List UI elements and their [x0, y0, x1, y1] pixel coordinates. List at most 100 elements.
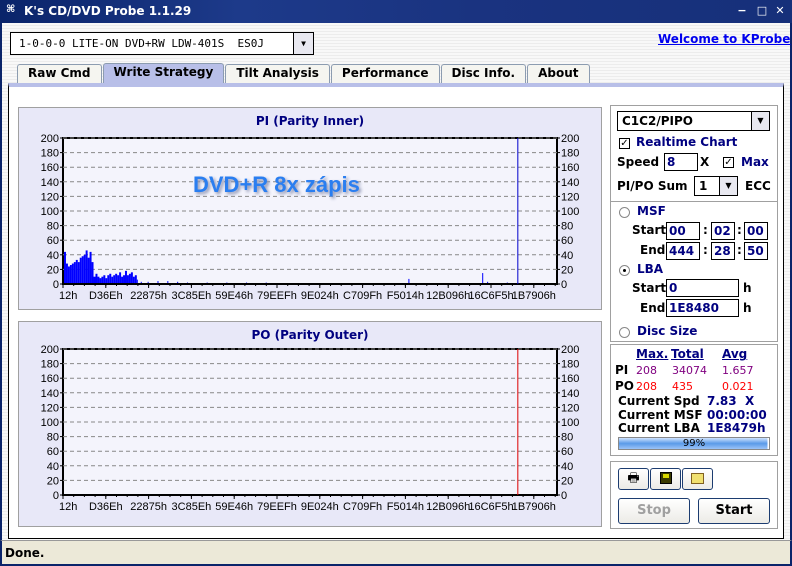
x-tick-label: 59E46h — [215, 290, 253, 302]
y-tick-label-left: 20 — [47, 264, 59, 276]
chevron-down-icon[interactable]: ▼ — [719, 177, 737, 195]
x-tick-label: D36Eh — [89, 290, 123, 302]
y-tick-label-left: 80 — [47, 221, 59, 233]
realtime-chart-label: Realtime Chart — [636, 135, 738, 149]
mode-select-value: C1C2/PIPO — [622, 114, 693, 128]
chevron-down-icon[interactable]: ▼ — [751, 112, 769, 130]
welcome-link[interactable]: Welcome to KProbe — [658, 32, 790, 46]
x-tick-label: 79EEFh — [257, 501, 297, 513]
pi-avg: 1.657 — [722, 364, 754, 377]
lba-end-label: End — [640, 301, 666, 315]
minimize-button[interactable]: − — [734, 3, 750, 19]
lba-start-input[interactable]: 0 — [666, 279, 739, 297]
data-bar — [73, 262, 76, 283]
speed-label: Speed — [617, 155, 660, 169]
mode-select[interactable]: C1C2/PIPO ▼ — [617, 111, 770, 131]
stats-header-total: Total — [671, 347, 704, 361]
data-bar — [75, 259, 78, 283]
data-bar — [109, 273, 112, 283]
data-bar — [177, 281, 179, 283]
data-bar — [123, 275, 126, 283]
data-bar — [125, 270, 127, 283]
data-bar — [97, 276, 100, 283]
data-bar — [64, 251, 66, 283]
export-image-button[interactable] — [682, 468, 713, 490]
lba-radio[interactable] — [619, 265, 630, 276]
stop-button[interactable]: Stop — [618, 498, 690, 524]
po-total: 435 — [672, 380, 693, 393]
data-bar — [83, 254, 86, 283]
pi-row-label: PI — [615, 363, 629, 377]
pi-chart: 0 020 2040 4060 6080 80100 100120 120140 140160 1… — [41, 133, 580, 302]
start-button[interactable]: Start — [698, 498, 770, 524]
drive-select[interactable]: 1-0-0-0 LITE-ON DVD+RW LDW-401S ES0J ▼ — [10, 32, 314, 55]
x-tick-label: 16C6F5h — [468, 501, 513, 513]
msf-end-frame[interactable]: 50 — [744, 242, 768, 260]
x-tick-label: 9E024h — [301, 290, 339, 302]
msf-start-min[interactable]: 00 — [666, 222, 700, 240]
tab-write-strategy[interactable]: Write Strategy — [102, 63, 225, 83]
realtime-chart-checkbox[interactable]: ✓ — [619, 138, 630, 149]
y-tick-label-left: 120 — [41, 191, 59, 203]
y-tick-label-right: 20 — [561, 475, 573, 487]
lba-start-unit: h — [743, 281, 752, 295]
data-bar — [91, 262, 94, 283]
image-export-icon — [691, 473, 704, 484]
lba-label: LBA — [637, 262, 664, 276]
msf-end-min[interactable]: 444 — [666, 242, 700, 260]
speed-input[interactable]: 8 — [664, 153, 698, 171]
separator: : — [737, 223, 742, 237]
y-tick-label-right: 180 — [561, 148, 579, 160]
tab-tilt-analysis[interactable]: Tilt Analysis — [225, 64, 330, 83]
msf-start-sec[interactable]: 02 — [711, 222, 735, 240]
chevron-down-icon[interactable]: ▼ — [293, 33, 313, 54]
tab-disc-info[interactable]: Disc Info. — [440, 64, 527, 83]
data-bar — [167, 281, 169, 283]
po-avg: 0.021 — [722, 380, 754, 393]
po-chart-panel: PO (Parity Outer) 0 0 20 20 40 40 60 60 80 80 100 1… — [18, 321, 602, 527]
pipo-sum-select[interactable]: 1 ▼ — [694, 176, 738, 196]
save-button[interactable] — [650, 468, 681, 490]
max-checkbox[interactable]: ✓ — [723, 157, 734, 168]
data-bar — [487, 281, 489, 283]
drive-select-value: 1-0-0-0 LITE-ON DVD+RW LDW-401S ES0J — [19, 37, 265, 50]
data-bar — [140, 281, 142, 283]
close-button[interactable]: ✕ — [772, 3, 788, 19]
print-button[interactable]: 🖶 — [618, 468, 649, 490]
data-bar — [85, 250, 88, 283]
x-tick-label: 9E024h — [301, 501, 339, 513]
status-bar: Done. — [0, 540, 792, 566]
msf-radio[interactable] — [619, 207, 630, 218]
status-text: Done. — [5, 546, 45, 560]
current-lba-value: 1E8479h — [707, 421, 766, 435]
max-label: Max — [741, 155, 769, 169]
y-tick-label-left: 100 — [41, 417, 59, 429]
data-bar — [126, 275, 129, 283]
y-tick-label-right: 40 — [561, 250, 573, 262]
maximize-button[interactable]: □ — [754, 3, 770, 19]
x-tick-label: 12B096h — [426, 501, 470, 513]
lba-end-input[interactable]: 1E8480 — [666, 299, 739, 317]
current-spd-label: Current Spd — [618, 394, 700, 408]
y-tick-label-left: 200 — [41, 133, 59, 145]
tab-performance[interactable]: Performance — [330, 64, 440, 83]
floppy-disk-icon — [659, 472, 672, 484]
tab-raw-cmd[interactable]: Raw Cmd — [17, 64, 102, 83]
tab-about[interactable]: About — [527, 64, 590, 83]
msf-start-frame[interactable]: 00 — [744, 222, 768, 240]
x-tick-label: 59E46h — [215, 501, 253, 513]
current-spd-value: 7.83 X — [707, 394, 755, 408]
printer-icon: 🖶 — [627, 471, 640, 486]
msf-end-sec[interactable]: 28 — [711, 242, 735, 260]
data-bar — [157, 281, 159, 283]
y-tick-label-right: 120 — [561, 402, 579, 414]
x-tick-label: F5014h — [387, 501, 424, 513]
data-bar — [87, 257, 90, 283]
disc-size-radio[interactable] — [619, 327, 630, 338]
y-tick-label-right: 100 — [561, 417, 579, 429]
y-tick-label-left: 120 — [41, 402, 59, 414]
y-tick-label-left: 100 — [41, 206, 59, 218]
separator: : — [703, 243, 708, 257]
x-tick-label: 12h — [59, 501, 77, 513]
po-max: 208 — [636, 380, 657, 393]
